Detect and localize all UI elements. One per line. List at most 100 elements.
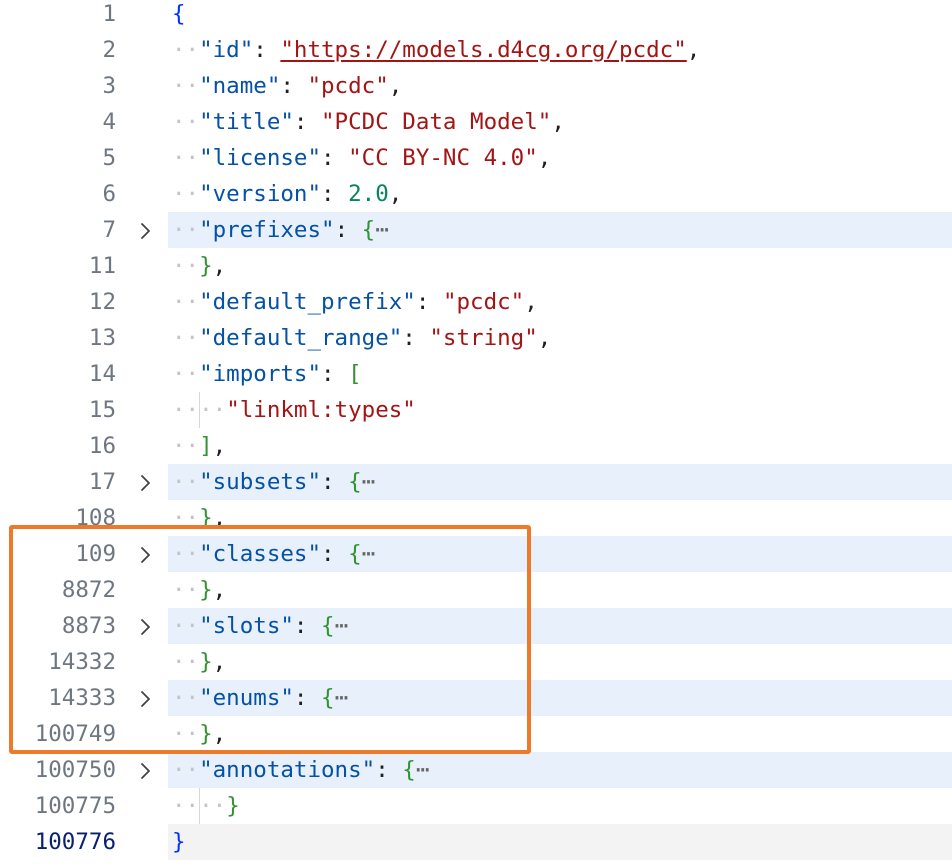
code-line[interactable]: 3 ··"name": "pcdc", (0, 68, 952, 104)
code-line[interactable]: 5 ··"license": "CC BY-NC 4.0", (0, 140, 952, 176)
indent-guide (199, 392, 200, 428)
code-line[interactable]: 100749 ··}, (0, 716, 952, 752)
code-line[interactable]: 4 ··"title": "PCDC Data Model", (0, 104, 952, 140)
code-token: ⋯ (375, 217, 389, 243)
code-text[interactable]: ··"default_range": "string", (172, 320, 551, 356)
whitespace-marker: ·· (172, 577, 200, 603)
code-token: , (212, 649, 227, 675)
indent-guide (199, 788, 200, 824)
whitespace-marker: ·· (172, 37, 200, 63)
fold-chevron-right-icon[interactable] (136, 212, 158, 248)
code-line[interactable]: 8873 ··"slots": {⋯ (0, 608, 952, 644)
fold-chevron-right-icon[interactable] (136, 464, 158, 500)
code-line[interactable]: 2 ··"id": "https://models.d4cg.org/pcdc", (0, 32, 952, 68)
code-text[interactable]: ··"slots": {⋯ (172, 608, 348, 644)
code-token: "id" (199, 37, 254, 63)
line-background (168, 716, 952, 752)
code-token: , (524, 289, 538, 315)
line-number: 5 (102, 145, 116, 171)
code-text[interactable]: ··"version": 2.0, (172, 176, 402, 212)
code-line[interactable]: 12 ··"default_prefix": "pcdc", (0, 284, 952, 320)
code-line[interactable]: 8872 ··}, (0, 572, 952, 608)
code-text[interactable]: ····"linkml:types" (172, 392, 416, 428)
line-number: 14333 (48, 685, 116, 711)
line-number: 108 (75, 505, 116, 531)
code-line[interactable]: 100776} (0, 824, 952, 860)
code-token: "imports" (199, 361, 322, 387)
code-line[interactable]: 13 ··"default_range": "string", (0, 320, 952, 356)
line-number: 100776 (34, 829, 116, 855)
whitespace-marker: ·· (199, 397, 227, 423)
whitespace-marker: ·· (172, 361, 200, 387)
code-text[interactable]: ··"license": "CC BY-NC 4.0", (172, 140, 551, 176)
line-number: 6 (102, 181, 116, 207)
line-number: 13 (88, 325, 116, 351)
code-line[interactable]: 108 ··}, (0, 500, 952, 536)
code-token: "annotations" (199, 757, 376, 783)
code-text[interactable]: ··}, (172, 500, 226, 536)
code-token: { (321, 685, 335, 711)
code-line[interactable]: 100775 ····} (0, 788, 952, 824)
code-text[interactable]: ··"classes": {⋯ (172, 536, 375, 572)
code-line[interactable]: 15 ····"linkml:types" (0, 392, 952, 428)
code-text[interactable]: ··}, (172, 644, 226, 680)
code-text[interactable]: { (172, 0, 186, 32)
line-number: 1 (102, 1, 116, 27)
fold-chevron-right-icon[interactable] (136, 536, 158, 572)
code-token: : (321, 541, 349, 567)
code-text[interactable]: ··"enums": {⋯ (172, 680, 348, 716)
code-token: , (212, 433, 227, 459)
code-text[interactable]: ··"id": "https://models.d4cg.org/pcdc", (172, 32, 700, 68)
code-token: , (212, 721, 227, 747)
code-text[interactable]: ··"annotations": {⋯ (172, 752, 429, 788)
code-line[interactable]: 109 ··"classes": {⋯ (0, 536, 952, 572)
code-text[interactable]: ··}, (172, 572, 226, 608)
line-background (168, 788, 952, 824)
code-line[interactable]: 16 ··], (0, 428, 952, 464)
code-text[interactable]: } (172, 824, 186, 860)
line-background (168, 428, 952, 464)
code-line[interactable]: 1{ (0, 0, 952, 32)
code-editor[interactable]: 1{2 ··"id": "https://models.d4cg.org/pcdc… (0, 0, 952, 866)
code-token: } (226, 793, 240, 819)
code-line[interactable]: 100750 ··"annotations": {⋯ (0, 752, 952, 788)
code-text[interactable]: ··"subsets": {⋯ (172, 464, 375, 500)
code-text[interactable]: ··"imports": [ (172, 356, 362, 392)
whitespace-marker: ·· (172, 253, 200, 279)
code-line[interactable]: 14333 ··"enums": {⋯ (0, 680, 952, 716)
code-text[interactable]: ··"title": "PCDC Data Model", (172, 104, 565, 140)
code-line[interactable]: 6 ··"version": 2.0, (0, 176, 952, 212)
code-line[interactable]: 14 ··"imports": [ (0, 356, 952, 392)
code-text[interactable]: ··}, (172, 248, 226, 284)
code-line[interactable]: 11 ··}, (0, 248, 952, 284)
code-token: "classes" (199, 541, 322, 567)
fold-chevron-right-icon[interactable] (136, 608, 158, 644)
code-text[interactable]: ··"default_prefix": "pcdc", (172, 284, 538, 320)
code-token: [ (348, 361, 362, 387)
code-token: , (537, 325, 552, 351)
code-token: "PCDC Data Model" (321, 109, 552, 135)
code-token: : (293, 109, 322, 135)
code-line[interactable]: 17 ··"subsets": {⋯ (0, 464, 952, 500)
fold-chevron-right-icon[interactable] (136, 680, 158, 716)
code-text[interactable]: ··"name": "pcdc", (172, 68, 402, 104)
code-token: "string" (429, 325, 538, 351)
line-background (168, 248, 952, 284)
code-line[interactable]: 7 ··"prefixes": {⋯ (0, 212, 952, 248)
code-text[interactable]: ··], (172, 428, 226, 464)
line-number: 100749 (34, 721, 116, 747)
fold-chevron-right-icon[interactable] (136, 752, 158, 788)
code-token: 2.0 (348, 181, 389, 207)
code-token: "name" (199, 73, 281, 99)
code-text[interactable]: ····} (172, 788, 240, 824)
code-text[interactable]: ··"prefixes": {⋯ (172, 212, 389, 248)
code-line[interactable]: 14332 ··}, (0, 644, 952, 680)
code-token: { (172, 1, 186, 27)
line-number: 109 (75, 541, 116, 567)
code-text[interactable]: ··}, (172, 716, 226, 752)
line-background (168, 572, 952, 608)
whitespace-marker: ·· (172, 541, 200, 567)
code-token: } (199, 505, 213, 531)
code-token: , (212, 577, 227, 603)
code-token: "version" (199, 181, 322, 207)
